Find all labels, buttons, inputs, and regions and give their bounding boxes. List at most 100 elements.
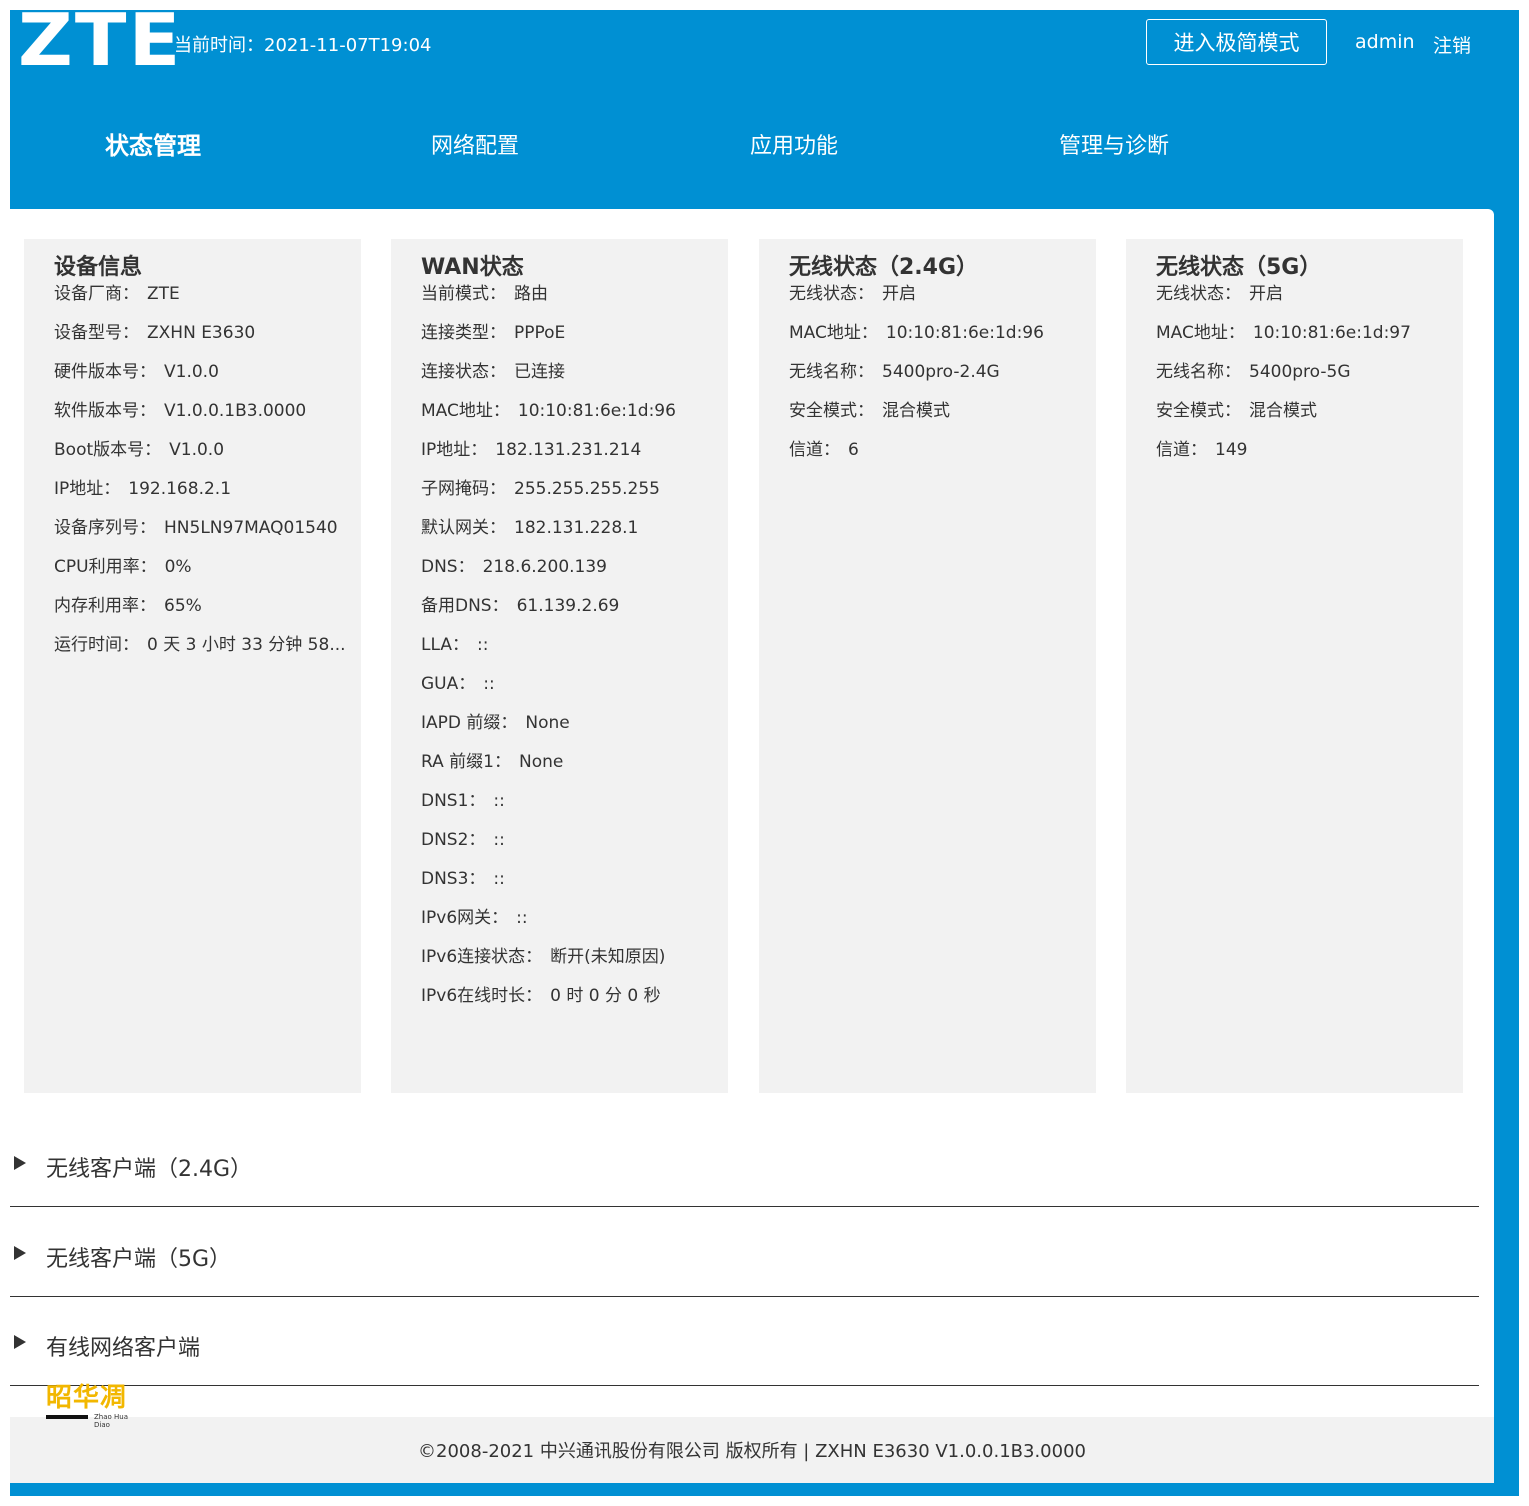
app-frame: ZTE 当前时间：2021-11-07T19:04 进入极简模式 admin 注… — [10, 4, 1519, 1496]
info-value: 开启 — [882, 284, 916, 304]
info-label: IP地址： — [54, 479, 121, 499]
info-label: 硬件版本号： — [54, 362, 156, 382]
info-label: 连接状态： — [421, 362, 506, 382]
logout-link[interactable]: 注销 — [1433, 31, 1471, 58]
info-row: DNS1：:: — [421, 790, 721, 829]
accordion-title: 无线客户端（2.4G） — [46, 1157, 253, 1182]
info-value: 10:10:81:6e:1d:96 — [885, 323, 1044, 343]
info-value: 10:10:81:6e:1d:97 — [1252, 323, 1411, 343]
info-row: IPv6连接状态： 断开(未知原因) — [421, 946, 721, 985]
wifi-5g-card: 无线状态（5G） 无线状态： 开启 MAC地址： 10:10:81:6e:1d:97 无… — [1126, 239, 1463, 1093]
info-row: MAC地址： 10:10:81:6e:1d:97 — [1156, 322, 1456, 361]
nav-applications[interactable]: 应用功能 — [750, 128, 838, 160]
info-row: DNS： 218.6.200.139 — [421, 556, 721, 595]
info-row: 运行时间： 0 天 3 小时 33 分钟 58... — [54, 634, 354, 673]
info-value: 218.6.200.139 — [482, 557, 607, 577]
wifi-5g-rows: 无线状态： 开启 MAC地址： 10:10:81:6e:1d:97 无线名称： 5400p… — [1156, 283, 1456, 478]
info-row: 信道： 149 — [1156, 439, 1456, 478]
info-row: 内存利用率： 65% — [54, 595, 354, 634]
info-value: ZXHN E3630 — [147, 323, 256, 343]
info-row: 无线状态： 开启 — [789, 283, 1089, 322]
info-value: 0% — [164, 557, 192, 577]
info-value: None — [518, 752, 564, 772]
info-label: DNS3： — [421, 869, 486, 889]
info-value: 已连接 — [514, 362, 565, 382]
info-label: 当前模式： — [421, 284, 506, 304]
info-row: RA 前缀1： None — [421, 751, 721, 790]
info-row: MAC地址： 10:10:81:6e:1d:96 — [421, 400, 721, 439]
info-value: 192.168.2.1 — [128, 479, 232, 499]
info-label: 无线名称： — [1156, 362, 1241, 382]
info-label: 信道： — [789, 440, 840, 460]
info-row: 默认网关： 182.131.228.1 — [421, 517, 721, 556]
nav-status[interactable]: 状态管理 — [105, 126, 201, 161]
main-content: 设备信息 设备厂商： ZTE 设备型号： ZXHN E3630 硬件版本号： V1.0.0… — [10, 209, 1494, 1483]
info-value: PPPoE — [514, 323, 566, 343]
simple-mode-button[interactable]: 进入极简模式 — [1146, 19, 1327, 65]
info-value: V1.0.0 — [169, 440, 225, 460]
device-info-rows: 设备厂商： ZTE 设备型号： ZXHN E3630 硬件版本号： V1.0.0 软件版本号… — [54, 283, 354, 673]
info-row: 安全模式： 混合模式 — [1156, 400, 1456, 439]
info-label: 软件版本号： — [54, 401, 156, 421]
info-label: IPv6在线时长： — [421, 986, 543, 1006]
info-label: 连接类型： — [421, 323, 506, 343]
info-label: 内存利用率： — [54, 596, 156, 616]
info-label: DNS2： — [421, 830, 486, 850]
info-row: 硬件版本号： V1.0.0 — [54, 361, 354, 400]
info-label: MAC地址： — [789, 323, 878, 343]
nav-network-config[interactable]: 网络配置 — [431, 128, 519, 160]
info-row: 软件版本号： V1.0.0.1B3.0000 — [54, 400, 354, 439]
watermark-bar — [46, 1415, 88, 1419]
info-value: :: — [493, 791, 505, 811]
info-row: 连接类型： PPPoE — [421, 322, 721, 361]
info-row: IPv6在线时长： 0 时 0 分 0 秒 — [421, 985, 721, 1024]
info-value: 路由 — [514, 284, 548, 304]
wan-status-card: WAN状态 当前模式： 路由 连接类型： PPPoE 连接状态： 已连接 MAC地址： 10:… — [391, 239, 728, 1093]
info-row: 设备型号： ZXHN E3630 — [54, 322, 354, 361]
info-value: None — [525, 713, 570, 733]
accordion-title: 无线客户端（5G） — [46, 1247, 232, 1272]
info-value: ZTE — [147, 284, 180, 304]
current-time: 当前时间：2021-11-07T19:04 — [174, 31, 431, 57]
info-row: DNS3：:: — [421, 868, 721, 907]
info-row: 子网掩码： 255.255.255.255 — [421, 478, 721, 517]
info-label: 无线状态： — [1156, 284, 1241, 304]
card-title: 无线状态（2.4G） — [789, 255, 979, 280]
info-row: 信道： 6 — [789, 439, 1089, 478]
accordion-wired-clients[interactable]: 有线网络客户端 — [10, 1295, 1479, 1386]
watermark-text: 昭华凋 — [46, 1383, 128, 1413]
info-value: 10:10:81:6e:1d:96 — [517, 401, 676, 421]
info-label: IPv6连接状态： — [421, 947, 543, 967]
watermark-logo: 昭华凋 Zhao Hua Diao — [46, 1377, 146, 1429]
info-row: 无线状态： 开启 — [1156, 283, 1456, 322]
info-row: 设备厂商： ZTE — [54, 283, 354, 322]
info-label: CPU利用率： — [54, 557, 157, 577]
info-row: 连接状态： 已连接 — [421, 361, 721, 400]
info-label: IAPD 前缀： — [421, 713, 518, 733]
accordion-wifi-clients-5g[interactable]: 无线客户端（5G） — [10, 1206, 1479, 1297]
info-label: 设备型号： — [54, 323, 139, 343]
info-row: IPv6网关：:: — [421, 907, 721, 946]
info-label: 安全模式： — [1156, 401, 1241, 421]
info-value: :: — [493, 869, 505, 889]
info-label: 设备序列号： — [54, 518, 156, 538]
info-value: HN5LN97MAQ01540 — [164, 518, 338, 538]
info-label: DNS1： — [421, 791, 486, 811]
info-row: 当前模式： 路由 — [421, 283, 721, 322]
time-label: 当前时间： — [174, 35, 264, 56]
expand-triangle-icon — [14, 1246, 26, 1260]
info-row: IAPD 前缀： None — [421, 712, 721, 751]
info-value: :: — [476, 635, 489, 655]
accordion-wifi-clients-24g[interactable]: 无线客户端（2.4G） — [10, 1116, 1479, 1207]
info-row: LLA：:: — [421, 634, 721, 673]
info-label: DNS： — [421, 557, 475, 577]
info-value: 65% — [164, 596, 202, 616]
info-row: MAC地址： 10:10:81:6e:1d:96 — [789, 322, 1089, 361]
nav-management[interactable]: 管理与诊断 — [1059, 128, 1169, 160]
info-label: 安全模式： — [789, 401, 874, 421]
info-row: Boot版本号： V1.0.0 — [54, 439, 354, 478]
info-label: 备用DNS： — [421, 596, 509, 616]
info-row: 无线名称： 5400pro-2.4G — [789, 361, 1089, 400]
info-row: 无线名称： 5400pro-5G — [1156, 361, 1456, 400]
wifi-24g-card: 无线状态（2.4G） 无线状态： 开启 MAC地址： 10:10:81:6e:1d:9… — [759, 239, 1096, 1093]
